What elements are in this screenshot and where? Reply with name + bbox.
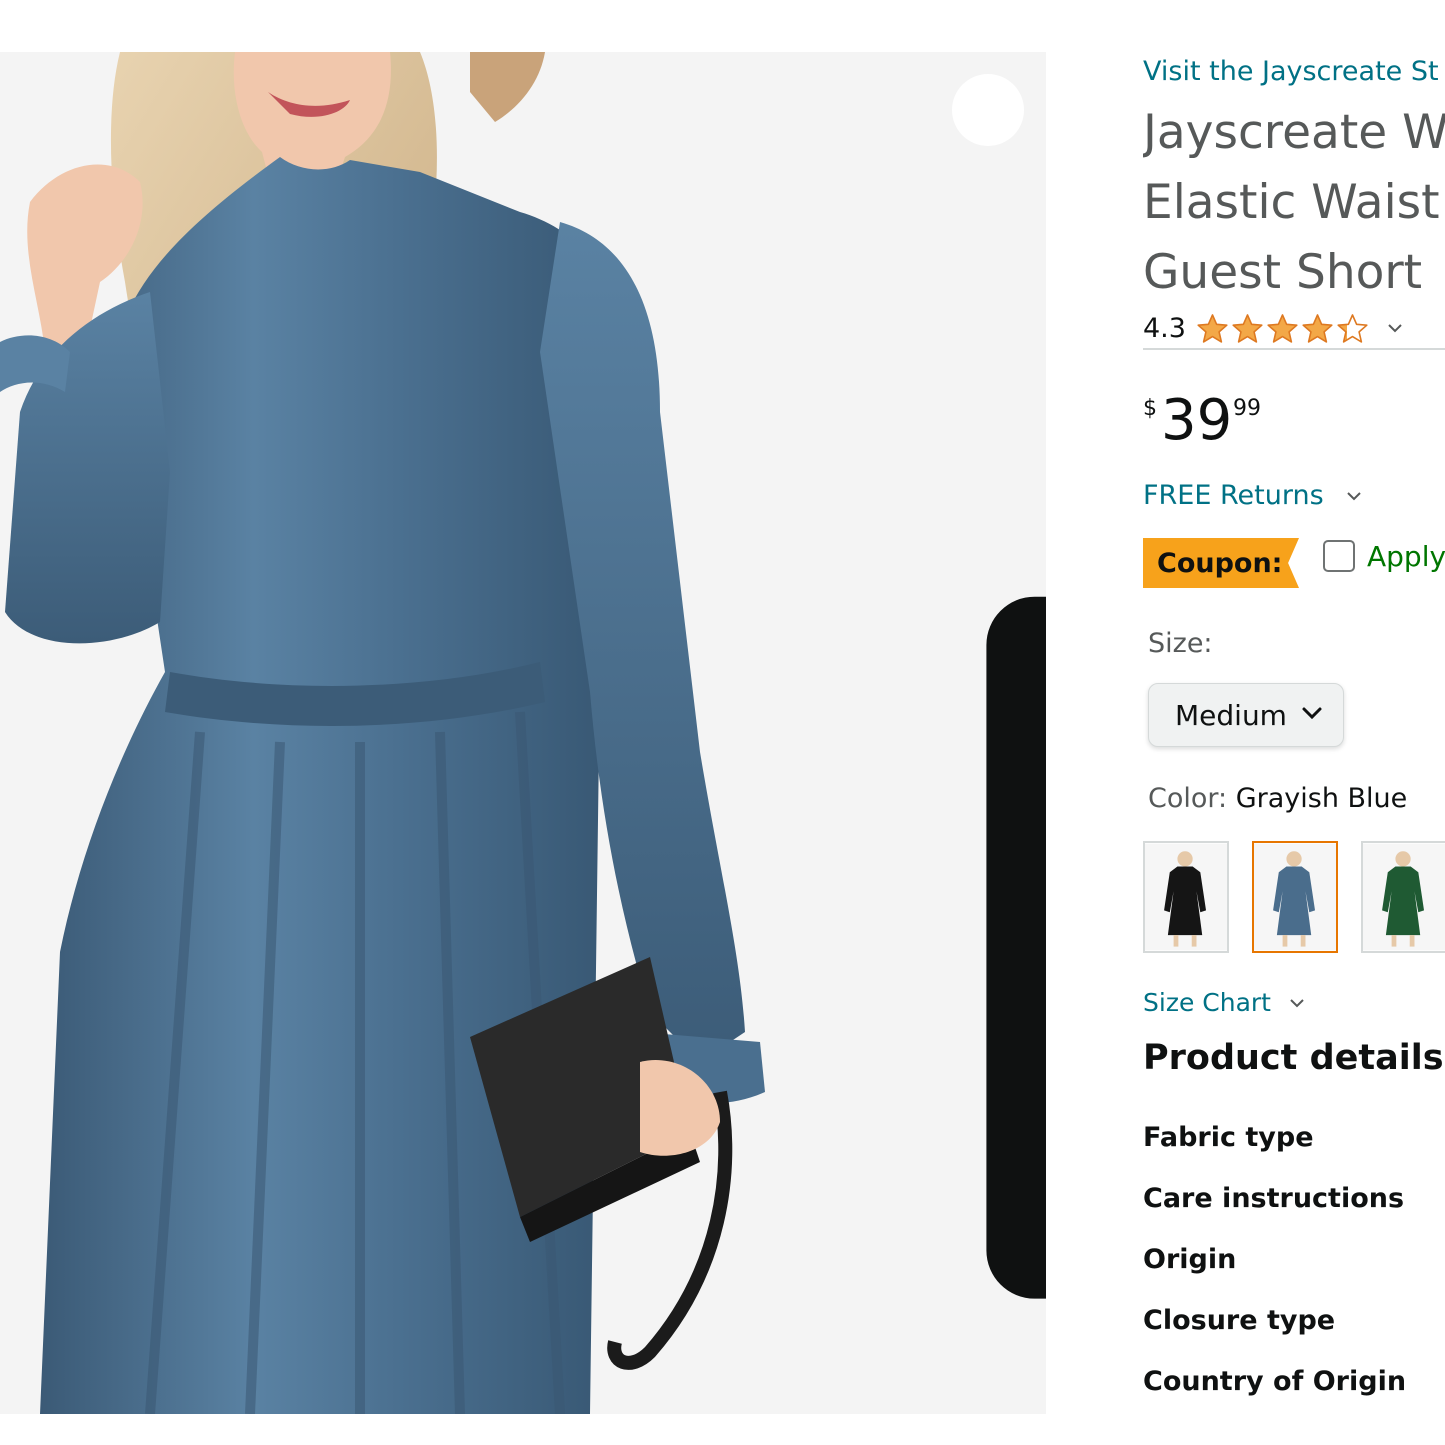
star-icon: [1197, 313, 1228, 343]
star-icon: [1267, 313, 1298, 343]
color-label: Color:: [1148, 783, 1228, 814]
coupon-checkbox[interactable]: [1323, 540, 1355, 572]
price-fraction: 99: [1233, 396, 1261, 421]
visit-store-link[interactable]: Visit the Jayscreate St: [1143, 56, 1439, 87]
size-chart-label: Size Chart: [1143, 988, 1271, 1017]
product-title: Jayscreate W Elastic Waist Guest Short: [1143, 98, 1445, 308]
product-title-line: Elastic Waist: [1143, 175, 1440, 230]
share-button[interactable]: [952, 74, 1046, 1299]
size-dropdown[interactable]: Medium: [1148, 683, 1344, 747]
detail-label-country-of-origin: Country of Origin: [1143, 1366, 1407, 1397]
price-symbol: $: [1143, 396, 1157, 421]
star-rating: [1196, 312, 1369, 345]
color-swatch-black[interactable]: [1143, 841, 1229, 953]
chevron-down-icon: [1346, 491, 1361, 500]
rating-value: 4.3: [1143, 312, 1186, 344]
star-icon: [1302, 313, 1333, 343]
price-whole: 39: [1161, 388, 1233, 453]
dress-thumbnail: [1145, 843, 1227, 951]
product-info-panel: Visit the Jayscreate St Jayscreate W Ela…: [1143, 0, 1445, 1445]
dress-photo: [0, 52, 765, 1414]
free-returns-link[interactable]: FREE Returns: [1143, 480, 1362, 511]
detail-label-care-instructions: Care instructions: [1143, 1183, 1405, 1214]
dress-thumbnail: [1363, 843, 1445, 951]
color-swatch-green[interactable]: [1361, 841, 1445, 953]
detail-label-closure-type: Closure type: [1143, 1305, 1336, 1336]
size-selected-value: Medium: [1175, 698, 1287, 732]
size-chart-link[interactable]: Size Chart: [1143, 988, 1305, 1017]
detail-label-fabric-type: Fabric type: [1143, 1122, 1314, 1153]
color-swatch-grayish-blue[interactable]: [1252, 841, 1338, 953]
product-title-line: Guest Short: [1143, 245, 1423, 300]
chevron-down-icon: [1302, 707, 1322, 720]
product-main-image[interactable]: [0, 52, 1046, 1414]
color-selected-value: Grayish Blue: [1235, 783, 1408, 814]
size-label: Size:: [1148, 628, 1213, 659]
free-returns-label: FREE Returns: [1143, 480, 1324, 511]
chevron-down-icon: [1290, 998, 1304, 1007]
share-icon: [986, 596, 1046, 1299]
product-details-heading: Product details: [1143, 1038, 1444, 1078]
divider: [1143, 348, 1445, 350]
star-icon: [1232, 313, 1263, 343]
chevron-down-icon: [1388, 324, 1402, 333]
dress-thumbnail: [1254, 843, 1336, 951]
rating-summary[interactable]: 4.3: [1143, 308, 1403, 348]
coupon-badge: Coupon:: [1143, 538, 1299, 588]
coupon-apply-label[interactable]: Apply: [1367, 540, 1445, 573]
detail-label-origin: Origin: [1143, 1244, 1237, 1275]
product-title-line: Jayscreate W: [1143, 105, 1445, 160]
color-selection-label: Color: Grayish Blue: [1148, 783, 1407, 814]
star-icon: [1337, 313, 1368, 343]
